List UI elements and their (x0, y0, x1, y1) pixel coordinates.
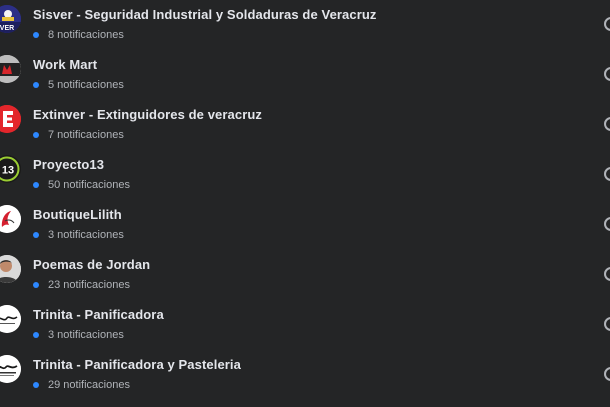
svg-text:VER: VER (0, 25, 14, 32)
notification-count: 3 notificaciones (48, 329, 124, 341)
page-row-proyecto13[interactable]: 13 Proyecto13 50 notificaciones (0, 150, 610, 200)
unread-dot-icon (33, 382, 39, 388)
page-name: Extinver - Extinguidores de veracruz (33, 107, 263, 122)
sisver-logo-icon: VER (0, 5, 21, 33)
select-radio[interactable] (604, 17, 610, 31)
notification-count: 5 notificaciones (48, 79, 124, 91)
notification-line: 3 notificaciones (33, 328, 124, 342)
unread-dot-icon (33, 32, 39, 38)
notification-line: 8 notificaciones (33, 28, 124, 42)
svg-text:13: 13 (2, 165, 14, 177)
page-name: Work Mart (33, 57, 98, 72)
page-row-boutique-lilith[interactable]: BoutiqueLilith 3 notificaciones (0, 200, 610, 250)
notification-count: 50 notificaciones (48, 179, 130, 191)
extinver-logo-icon (0, 105, 21, 133)
trinita-logo-icon (0, 305, 21, 333)
select-radio[interactable] (604, 367, 610, 381)
select-radio[interactable] (604, 217, 610, 231)
select-radio[interactable] (604, 317, 610, 331)
page-list: VER Sisver - Seguridad Industrial y Sold… (0, 0, 610, 407)
notification-line: 23 notificaciones (33, 278, 130, 292)
notification-count: 8 notificaciones (48, 29, 124, 41)
proyecto13-logo-icon: 13 (0, 155, 21, 183)
page-name: Sisver - Seguridad Industrial y Soldadur… (33, 7, 377, 22)
trinita-logo-icon (0, 355, 21, 383)
notification-line: 3 notificaciones (33, 228, 124, 242)
notification-line: 7 notificaciones (33, 128, 124, 142)
page-name: Poemas de Jordan (33, 257, 151, 272)
boutique-lilith-logo-icon (0, 205, 21, 233)
page-row-trinita-panificadora[interactable]: Trinita - Panificadora 3 notificaciones (0, 300, 610, 350)
work-mart-logo-icon (0, 55, 21, 83)
notification-line: 29 notificaciones (33, 378, 130, 392)
unread-dot-icon (33, 282, 39, 288)
notification-count: 7 notificaciones (48, 129, 124, 141)
page-row-poemas-de-jordan[interactable]: Poemas de Jordan 23 notificaciones (0, 250, 610, 300)
notification-count: 23 notificaciones (48, 279, 130, 291)
person-photo-icon (0, 255, 21, 283)
page-row-sisver[interactable]: VER Sisver - Seguridad Industrial y Sold… (0, 0, 610, 50)
unread-dot-icon (33, 332, 39, 338)
select-radio[interactable] (604, 117, 610, 131)
select-radio[interactable] (604, 67, 610, 81)
page-row-extinver[interactable]: Extinver - Extinguidores de veracruz 7 n… (0, 100, 610, 150)
unread-dot-icon (33, 132, 39, 138)
unread-dot-icon (33, 232, 39, 238)
notification-line: 5 notificaciones (33, 78, 124, 92)
unread-dot-icon (33, 182, 39, 188)
page-name: BoutiqueLilith (33, 207, 122, 222)
notification-line: 50 notificaciones (33, 178, 130, 192)
select-radio[interactable] (604, 267, 610, 281)
page-name: Proyecto13 (33, 157, 105, 172)
notification-count: 29 notificaciones (48, 379, 130, 391)
page-name: Trinita - Panificadora y Pasteleria (33, 357, 241, 372)
unread-dot-icon (33, 82, 39, 88)
page-name: Trinita - Panificadora (33, 307, 164, 322)
select-radio[interactable] (604, 167, 610, 181)
page-row-trinita-panificadora-pasteleria[interactable]: Trinita - Panificadora y Pasteleria 29 n… (0, 350, 610, 400)
notification-count: 3 notificaciones (48, 229, 124, 241)
page-row-work-mart[interactable]: Work Mart 5 notificaciones (0, 50, 610, 100)
